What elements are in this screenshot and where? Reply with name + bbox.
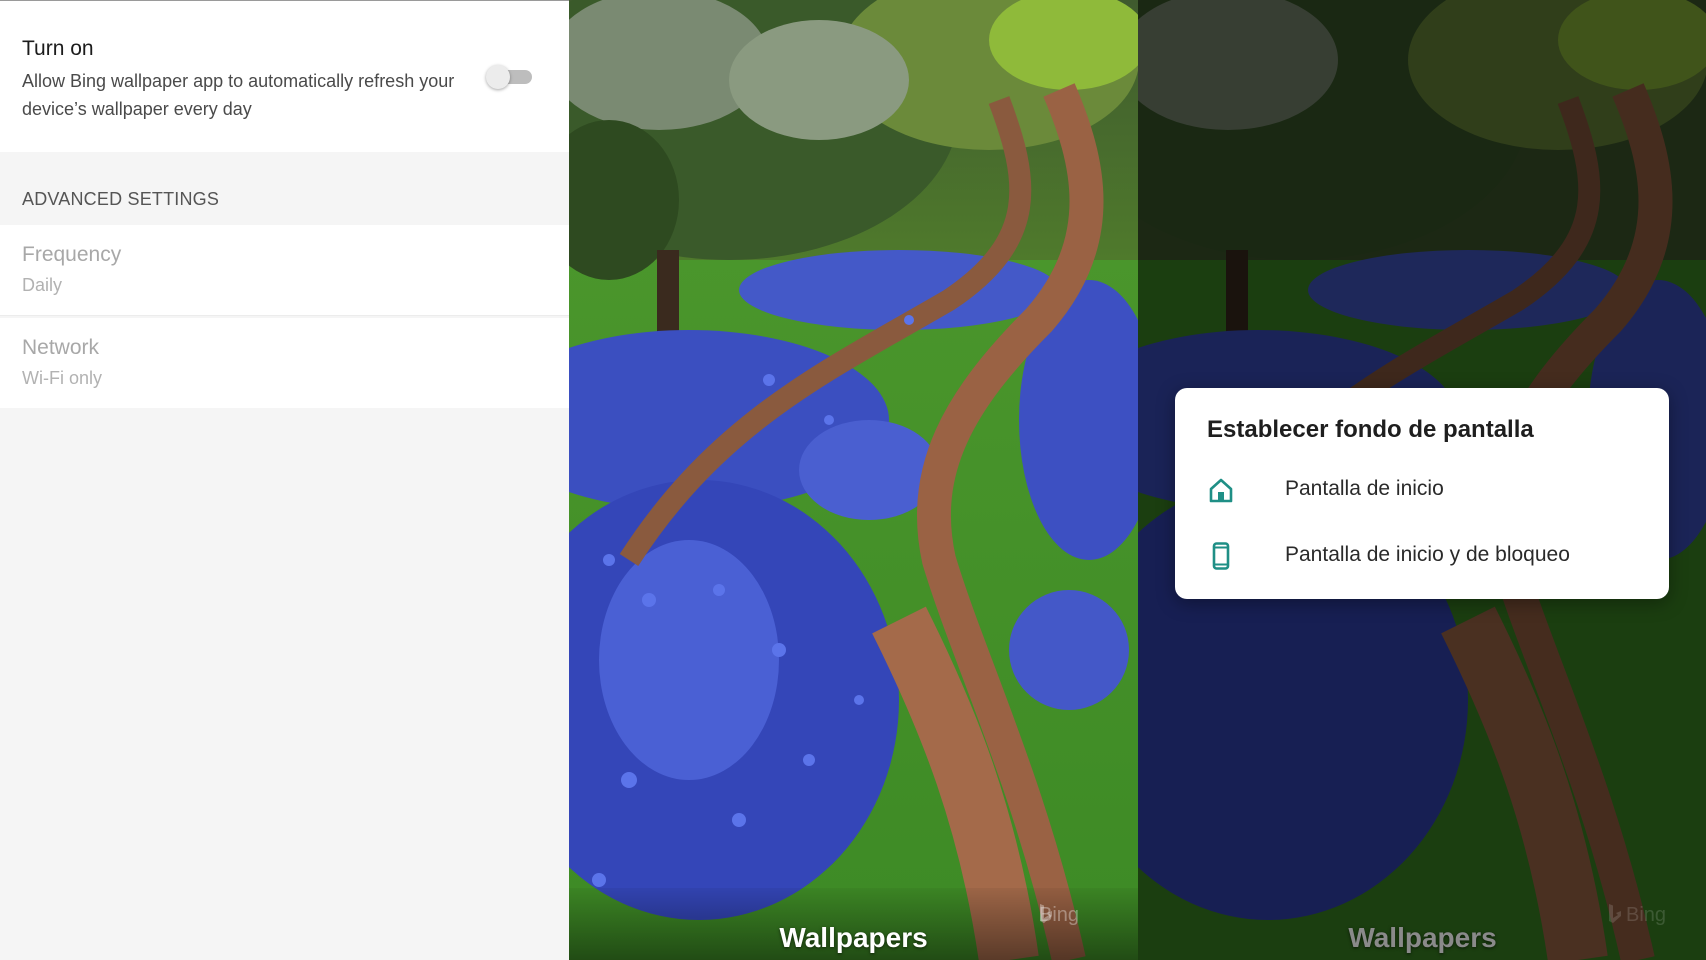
divider <box>0 315 569 316</box>
frequency-value: Daily <box>22 275 63 295</box>
option-home-screen-label: Pantalla de inicio <box>1285 477 1444 500</box>
phone-icon <box>1212 542 1230 570</box>
network-title: Network <box>22 336 100 359</box>
option-home-and-lock-screen-label: Pantalla de inicio y de bloqueo <box>1285 543 1570 566</box>
option-home-screen[interactable]: Pantalla de inicio <box>1175 460 1669 520</box>
wallpaper-preview[interactable]: Bing Wallpapers <box>569 0 1138 960</box>
screen: Turn on Allow Bing wallpaper app to auto… <box>0 0 1706 960</box>
bing-logo-icon <box>1040 904 1052 923</box>
turn-on-card[interactable]: Turn on Allow Bing wallpaper app to auto… <box>0 1 569 152</box>
dialog-title: Establecer fondo de pantalla <box>1207 416 1534 443</box>
wallpapers-title: Wallpapers <box>1348 922 1497 953</box>
network-value: Wi-Fi only <box>22 368 102 388</box>
settings-panel: Turn on Allow Bing wallpaper app to auto… <box>0 0 569 960</box>
turn-on-description: Allow Bing wallpaper app to automaticall… <box>22 71 455 119</box>
option-home-and-lock-screen[interactable]: Pantalla de inicio y de bloqueo <box>1175 526 1669 586</box>
auto-refresh-toggle[interactable] <box>486 65 532 89</box>
turn-on-title: Turn on <box>22 37 94 60</box>
set-wallpaper-dialog: Establecer fondo de pantalla Pantalla de… <box>1175 388 1669 599</box>
wallpapers-title: Wallpapers <box>779 922 928 953</box>
frequency-setting[interactable]: Frequency Daily <box>0 225 569 315</box>
home-icon <box>1209 478 1233 503</box>
advanced-settings-header: ADVANCED SETTINGS <box>22 189 220 209</box>
toggle-thumb <box>486 65 510 89</box>
wallpaper-image <box>569 0 1138 960</box>
frequency-title: Frequency <box>22 243 122 266</box>
bing-logo-icon <box>1609 904 1621 923</box>
network-setting[interactable]: Network Wi-Fi only <box>0 318 569 408</box>
